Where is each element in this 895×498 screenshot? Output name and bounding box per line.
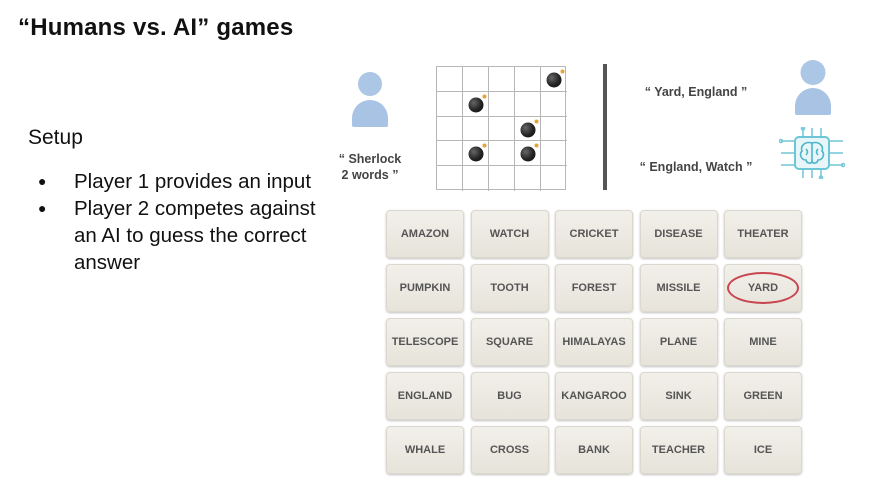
- word-card[interactable]: ENGLAND: [386, 372, 464, 420]
- word-card[interactable]: PLANE: [639, 318, 718, 366]
- word-card[interactable]: BUG: [470, 372, 549, 420]
- word-card[interactable]: WHALE: [386, 426, 464, 474]
- grid-cell: [515, 116, 541, 142]
- bullet-text: Player 1 provides an input: [74, 170, 312, 193]
- word-card[interactable]: KANGAROO: [555, 372, 633, 420]
- grid-cell: [541, 92, 567, 117]
- grid-cell: [489, 166, 515, 191]
- grid-cell: [437, 91, 463, 117]
- grid-cell: [541, 166, 567, 191]
- divider: [603, 64, 607, 190]
- grid-cell: [489, 141, 515, 167]
- grid-cell: [541, 117, 567, 142]
- player1-clue-line2: 2 words ”: [341, 168, 399, 182]
- bomb-icon: [468, 143, 486, 162]
- setup-heading: Setup: [28, 126, 83, 149]
- bullet-item: ● Player 1 provides an input: [38, 168, 328, 195]
- grid-cell: [515, 91, 541, 117]
- word-card[interactable]: BANK: [555, 426, 633, 474]
- grid-cell: [515, 141, 541, 167]
- grid-cell: [437, 166, 463, 191]
- player1-clue-line1: “ Sherlock: [338, 152, 402, 166]
- setup-bullets: ● Player 1 provides an input ● Player 2 …: [38, 168, 328, 276]
- word-card[interactable]: SINK: [639, 372, 718, 420]
- word-card[interactable]: DISEASE: [639, 210, 718, 258]
- word-card[interactable]: FOREST: [555, 264, 633, 312]
- word-card[interactable]: MINE: [724, 318, 802, 366]
- player2-person-icon: [795, 60, 831, 115]
- word-card[interactable]: SQUARE: [470, 318, 549, 366]
- bomb-grid: [436, 66, 567, 191]
- word-card[interactable]: TEACHER: [639, 426, 718, 474]
- word-board: AMAZON WATCH CRICKET DISEASE THEATER PUMPKIN T…: [386, 210, 802, 474]
- grid-cell: [463, 91, 489, 117]
- word-card[interactable]: ICE: [724, 426, 802, 474]
- bullet-dot: ●: [38, 173, 47, 189]
- word-card[interactable]: PUMPKIN: [386, 264, 464, 312]
- bomb-icon: [468, 94, 486, 113]
- human-guess: “ Yard, England ”: [644, 85, 748, 99]
- word-card[interactable]: MISSILE: [639, 264, 718, 312]
- grid-cell: [463, 67, 489, 92]
- slide-title: “Humans vs. AI” games: [18, 14, 294, 41]
- grid-cell: [489, 67, 515, 92]
- word-card[interactable]: CROSS: [470, 426, 549, 474]
- word-card[interactable]: TELESCOPE: [386, 318, 464, 366]
- bullet-item: ● Player 2 competes against an AI to gue…: [38, 195, 328, 276]
- grid-cell: [463, 166, 489, 191]
- grid-cell: [515, 166, 541, 191]
- grid-cell: [463, 141, 489, 167]
- player1-clue: “ Sherlock 2 words ”: [330, 151, 410, 183]
- bomb-icon: [520, 119, 538, 138]
- grid-cell: [489, 91, 515, 117]
- grid-cell: [515, 67, 541, 92]
- word-card[interactable]: THEATER: [724, 210, 802, 258]
- word-card-circled[interactable]: YARD: [724, 264, 802, 312]
- word-card[interactable]: WATCH: [470, 210, 549, 258]
- player1-person-icon: [352, 72, 388, 127]
- bomb-icon: [520, 143, 538, 162]
- word-card[interactable]: GREEN: [724, 372, 802, 420]
- grid-cell: [437, 67, 463, 92]
- ai-guess: “ England, Watch ”: [639, 160, 753, 174]
- bullet-text: Player 2 competes against an AI to guess…: [74, 197, 316, 274]
- ai-brain-chip-icon: [779, 127, 845, 179]
- word-card[interactable]: HIMALAYAS: [555, 318, 633, 366]
- bomb-icon: [546, 69, 565, 88]
- grid-cell: [437, 116, 463, 142]
- grid-cell: [541, 141, 567, 167]
- bullet-dot: ●: [38, 200, 47, 216]
- word-card[interactable]: TOOTH: [470, 264, 549, 312]
- grid-cell: [541, 67, 567, 92]
- word-card[interactable]: AMAZON: [386, 210, 464, 258]
- grid-cell: [489, 116, 515, 142]
- grid-cell: [437, 141, 463, 167]
- word-card[interactable]: CRICKET: [555, 210, 633, 258]
- grid-cell: [463, 116, 489, 142]
